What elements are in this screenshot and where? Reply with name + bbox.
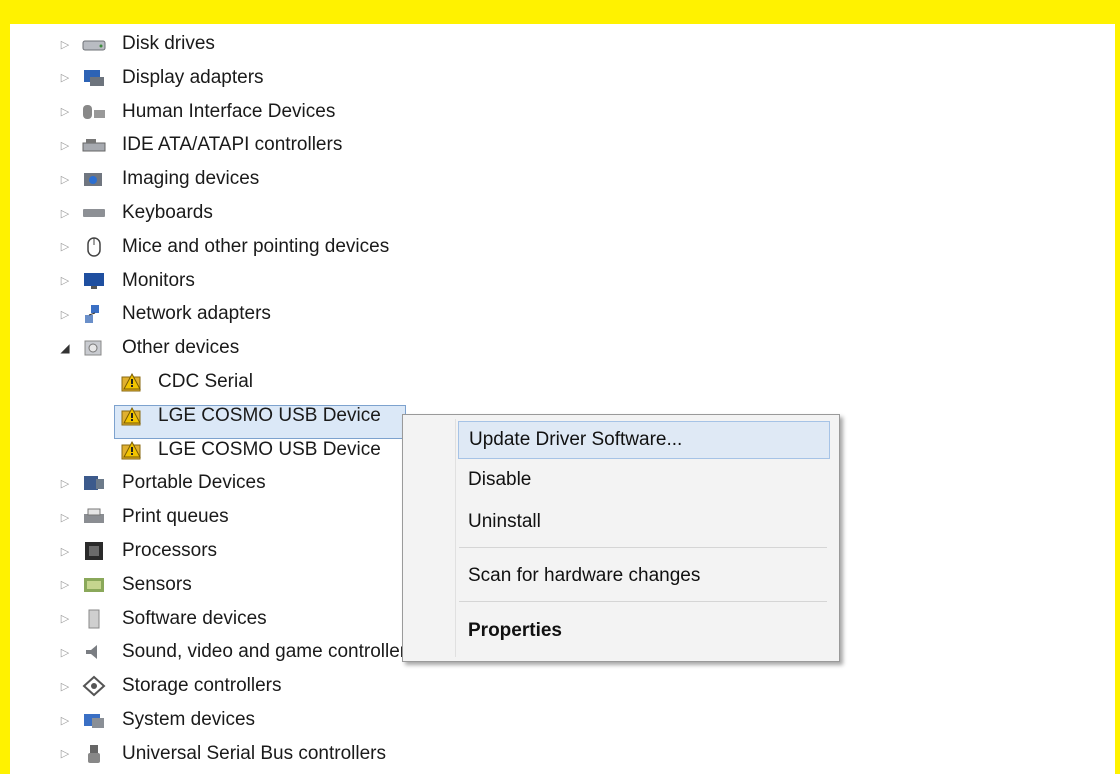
properties-menu-item[interactable]: Properties: [458, 612, 830, 650]
device-label: LGE COSMO USB Device: [158, 404, 381, 426]
scan-hardware-menu-item[interactable]: Scan for hardware changes: [458, 557, 830, 595]
ide-controller-icon: [82, 134, 106, 156]
expand-arrow-icon[interactable]: ▷: [58, 739, 72, 769]
context-menu: Update Driver Software... Disable Uninst…: [402, 414, 840, 662]
device-label: Sound, video and game controllers: [122, 641, 416, 663]
device-label: Human Interface Devices: [122, 100, 336, 122]
portable-device-icon: [82, 472, 106, 494]
other-devices-icon: [82, 337, 106, 359]
device-category[interactable]: ▷ System devices: [10, 705, 1115, 735]
warning-device-icon: [120, 439, 144, 461]
device-label: LGE COSMO USB Device: [158, 438, 381, 460]
disable-menu-item[interactable]: Disable: [458, 461, 830, 499]
display-adapter-icon: [82, 67, 106, 89]
expand-arrow-icon[interactable]: ▷: [58, 299, 72, 329]
disk-drive-icon: [82, 33, 106, 55]
expand-arrow-icon[interactable]: ▷: [58, 232, 72, 262]
device-label: CDC Serial: [158, 371, 254, 392]
device-label: System devices: [122, 709, 256, 730]
expand-arrow-icon[interactable]: ▷: [58, 164, 72, 194]
sound-icon: [82, 641, 106, 663]
system-device-icon: [82, 709, 106, 731]
keyboard-icon: [82, 202, 106, 224]
device-category[interactable]: ◢ Other devices: [10, 333, 1115, 363]
expand-arrow-icon[interactable]: ▷: [58, 604, 72, 634]
expand-arrow-icon[interactable]: ▷: [58, 97, 72, 127]
device-category[interactable]: ▷ Imaging devices: [10, 164, 1115, 194]
device-label: Processors: [122, 540, 218, 561]
printer-icon: [82, 506, 106, 528]
network-adapter-icon: [82, 303, 106, 325]
device-category[interactable]: ▷ Mice and other pointing devices: [10, 232, 1115, 262]
expand-arrow-icon[interactable]: ▷: [58, 502, 72, 532]
monitor-icon: [82, 270, 106, 292]
device-label: Display adapters: [122, 66, 264, 88]
storage-controller-icon: [82, 675, 106, 697]
expand-arrow-icon[interactable]: ▷: [58, 637, 72, 667]
device-label: Disk drives: [122, 33, 215, 54]
device-category[interactable]: ▷ Storage controllers: [10, 671, 1115, 701]
device-category[interactable]: ▷ Human Interface Devices: [10, 97, 1115, 127]
device-label: Imaging devices: [122, 168, 260, 190]
device-label: Print queues: [122, 506, 229, 528]
device-category[interactable]: ▷ IDE ATA/ATAPI controllers: [10, 130, 1115, 160]
expand-arrow-icon[interactable]: ▷: [58, 536, 72, 566]
device-category[interactable]: ▷ Universal Serial Bus controllers: [10, 739, 1115, 769]
usb-icon: [82, 743, 106, 765]
device-label: Portable Devices: [122, 472, 266, 494]
device-category[interactable]: ▷ Display adapters: [10, 63, 1115, 93]
collapse-arrow-icon[interactable]: ◢: [58, 333, 72, 363]
device-category[interactable]: ▷ Network adapters: [10, 299, 1115, 329]
device-label: Mice and other pointing devices: [122, 235, 390, 257]
device-label: Universal Serial Bus controllers: [122, 742, 386, 764]
menu-separator: [459, 601, 827, 602]
hid-icon: [82, 101, 106, 123]
imaging-device-icon: [82, 168, 106, 190]
device-item[interactable]: CDC Serial: [10, 367, 1115, 397]
sensor-icon: [82, 574, 106, 596]
device-label: Monitors: [122, 269, 195, 291]
device-manager-panel: ▷ Disk drives ▷ Display adapters ▷ Human Inte…: [10, 24, 1115, 774]
mouse-icon: [82, 236, 106, 258]
expand-arrow-icon[interactable]: ▷: [58, 570, 72, 600]
device-label: Software devices: [122, 607, 267, 629]
device-label: IDE ATA/ATAPI controllers: [122, 134, 343, 156]
update-driver-menu-item[interactable]: Update Driver Software...: [458, 421, 830, 459]
expand-arrow-icon[interactable]: ▷: [58, 63, 72, 93]
menu-separator: [459, 547, 827, 548]
expand-arrow-icon[interactable]: ▷: [58, 266, 72, 296]
device-category[interactable]: ▷ Disk drives: [10, 29, 1115, 59]
warning-device-icon: [120, 405, 144, 427]
expand-arrow-icon[interactable]: ▷: [58, 130, 72, 160]
menu-gutter: [455, 419, 456, 657]
device-category[interactable]: ▷ Keyboards: [10, 198, 1115, 228]
device-label: Sensors: [122, 573, 192, 595]
device-label: Other devices: [122, 337, 240, 359]
device-label: Storage controllers: [122, 675, 282, 697]
expand-arrow-icon[interactable]: ▷: [58, 671, 72, 701]
device-label: Network adapters: [122, 303, 271, 325]
expand-arrow-icon[interactable]: ▷: [58, 705, 72, 735]
expand-arrow-icon[interactable]: ▷: [58, 29, 72, 59]
processor-icon: [82, 540, 106, 562]
device-label: Keyboards: [122, 202, 213, 223]
software-device-icon: [82, 608, 106, 630]
expand-arrow-icon[interactable]: ▷: [58, 198, 72, 228]
device-category[interactable]: ▷ Monitors: [10, 266, 1115, 296]
uninstall-menu-item[interactable]: Uninstall: [458, 503, 830, 541]
warning-device-icon: [120, 371, 144, 393]
expand-arrow-icon[interactable]: ▷: [58, 468, 72, 498]
